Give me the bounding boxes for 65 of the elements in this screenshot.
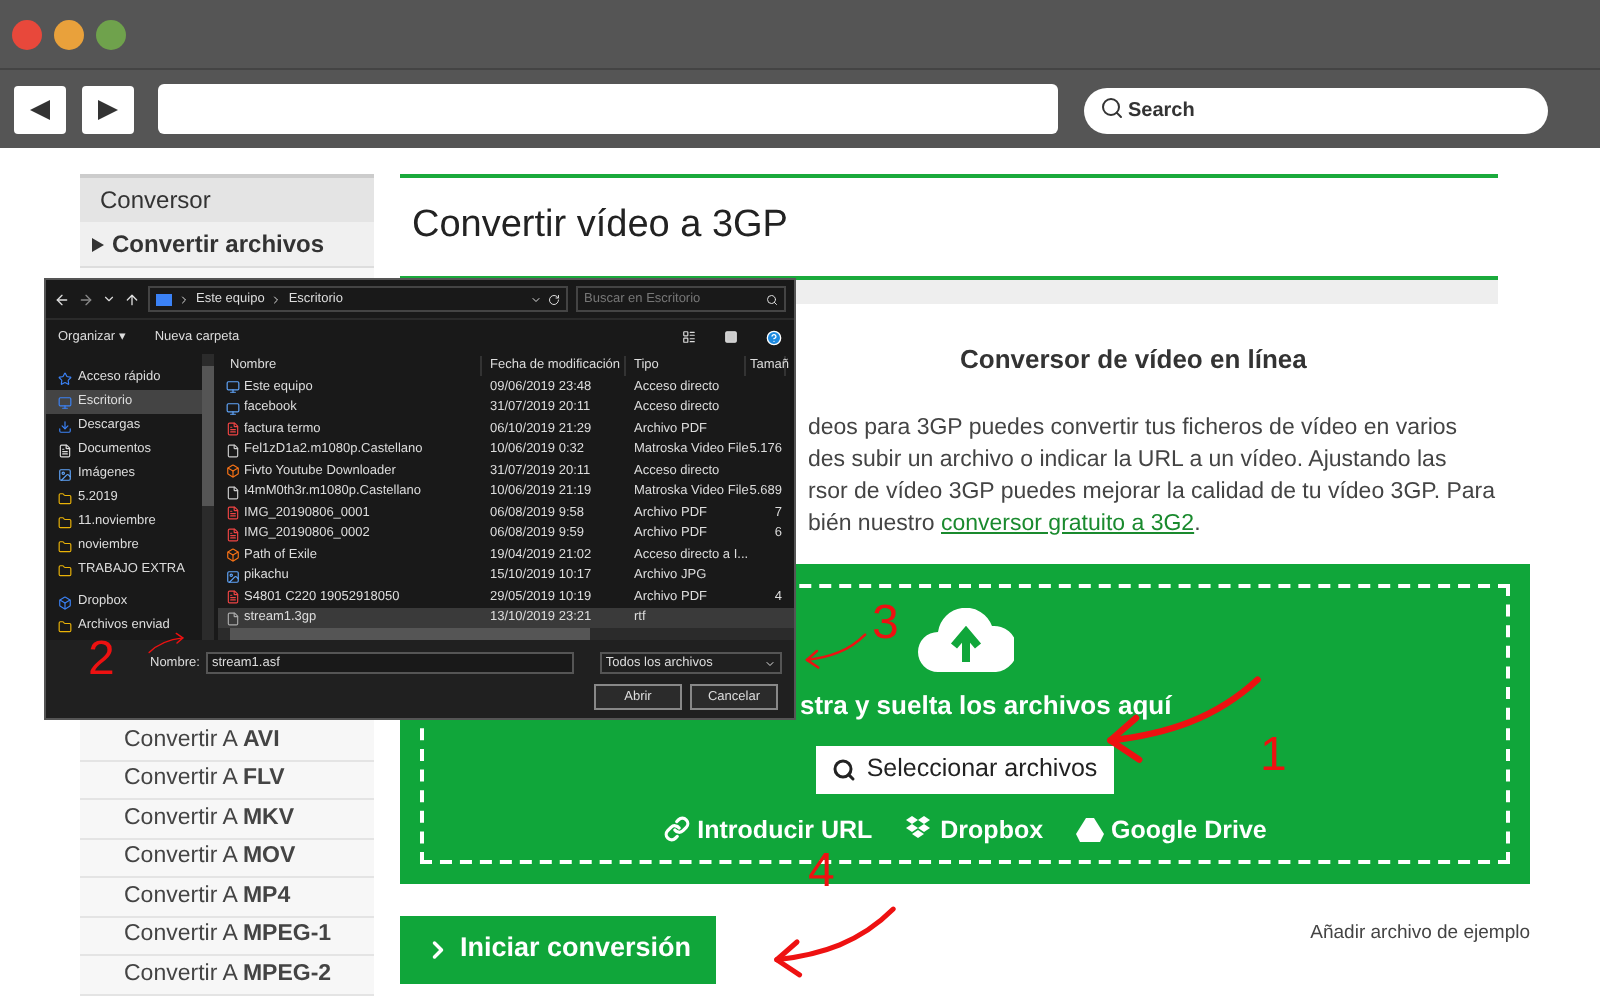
maximize-window-icon[interactable] (96, 19, 126, 49)
chevron-down-icon (764, 657, 776, 669)
cloud-upload-icon (917, 607, 1013, 671)
desktop-icon (58, 395, 72, 409)
doc-icon (58, 443, 72, 457)
help-icon[interactable] (766, 329, 782, 345)
link-icon (663, 816, 690, 843)
preview-pane-icon[interactable] (724, 330, 738, 344)
select-files-button[interactable]: Seleccionar archivos (816, 745, 1114, 793)
converter-link[interactable]: conversor gratuito a 3G2 (941, 511, 1195, 535)
folder-icon (58, 539, 72, 553)
paragraph-line: rsor de vídeo 3GP puedes mejorar la calidad de tu vídeo 3GP. Para (808, 477, 1498, 507)
folder-icon (58, 515, 72, 529)
back-icon (30, 99, 50, 119)
sidebar-item[interactable]: Convertir A AVI (80, 722, 374, 761)
sidebar-item[interactable]: Convertir A FLV (80, 761, 374, 800)
file-file-icon (226, 611, 240, 626)
forward-icon (98, 99, 118, 119)
annotation-number: 2 (88, 636, 115, 684)
star-icon (58, 371, 72, 385)
chevron-right-icon (178, 293, 190, 305)
paragraph-line: deos para 3GP puedes convertir tus ficheros de vídeo en varios (808, 413, 1460, 443)
paragraph-line: bién nuestro conversor gratuito a 3G2. (808, 509, 1203, 539)
sidebar-item[interactable]: Convertir A MKV (80, 800, 374, 839)
pdf-file-icon (226, 590, 240, 605)
sidebar-item[interactable]: Convertir A MP4 (80, 878, 374, 917)
folder-icon (58, 619, 72, 633)
pdf-file-icon (226, 422, 240, 437)
forward-button[interactable] (82, 85, 134, 133)
pdf-file-icon (226, 527, 240, 542)
folder-icon (58, 563, 72, 577)
paragraph-line: des subir un archivo o indicar la URL a un vídeo. Ajustando las (808, 445, 1449, 475)
search-icon (832, 757, 857, 781)
forward-icon[interactable] (78, 291, 94, 307)
annotation-arrow (800, 632, 872, 670)
drop-text: stra y suelta los archivos aquí (800, 689, 1172, 719)
back-button[interactable] (14, 85, 66, 133)
caret-right-icon (92, 237, 104, 251)
image-file-icon (226, 569, 240, 584)
section-heading: Conversor de vídeo en línea (960, 343, 1307, 373)
chevron-right-icon (270, 293, 283, 305)
download-icon (58, 419, 72, 433)
image-icon (58, 467, 72, 481)
monitor-icon (156, 293, 172, 305)
minimize-window-icon[interactable] (54, 19, 84, 49)
search-icon (1100, 96, 1124, 120)
annotation-number: 1 (1260, 732, 1287, 780)
sample-file-link[interactable]: Añadir archivo de ejemplo (1310, 919, 1530, 948)
chevron-down-icon[interactable] (102, 292, 116, 306)
sidebar-section[interactable]: Convertir archivos (80, 222, 374, 268)
view-options-icon[interactable] (682, 330, 696, 344)
pdf-file-icon (226, 506, 240, 521)
sidebar-item[interactable]: Convertir A MPEG-2 (80, 956, 374, 995)
up-icon[interactable] (124, 291, 140, 307)
search-icon (766, 293, 778, 305)
folder-icon (58, 491, 72, 505)
search-field[interactable]: Search (1084, 88, 1548, 134)
refresh-icon[interactable] (548, 293, 560, 305)
sidebar-header: Conversor (80, 174, 374, 222)
drive-icon (1075, 817, 1104, 842)
sidebar-item[interactable]: Convertir A MPEG-1 (80, 917, 374, 956)
sidebar-item[interactable]: Convertir A MOV (80, 839, 374, 878)
back-icon[interactable] (54, 291, 70, 307)
page-title: Convertir vídeo a 3GP (410, 202, 790, 250)
annotation-number: 3 (872, 600, 899, 648)
